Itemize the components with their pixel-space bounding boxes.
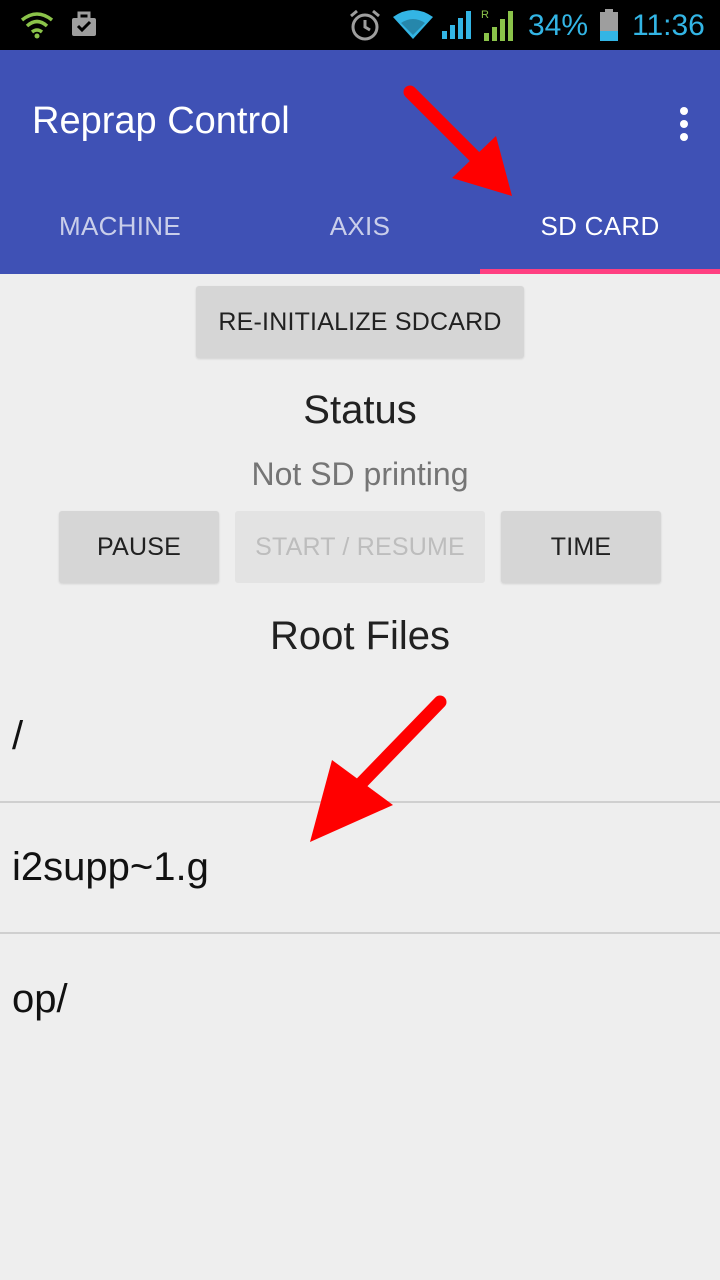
arrow-to-file-icon [310, 695, 447, 842]
arrow-to-sd-card-tab-icon [403, 85, 512, 196]
annotation-arrows [310, 85, 512, 842]
